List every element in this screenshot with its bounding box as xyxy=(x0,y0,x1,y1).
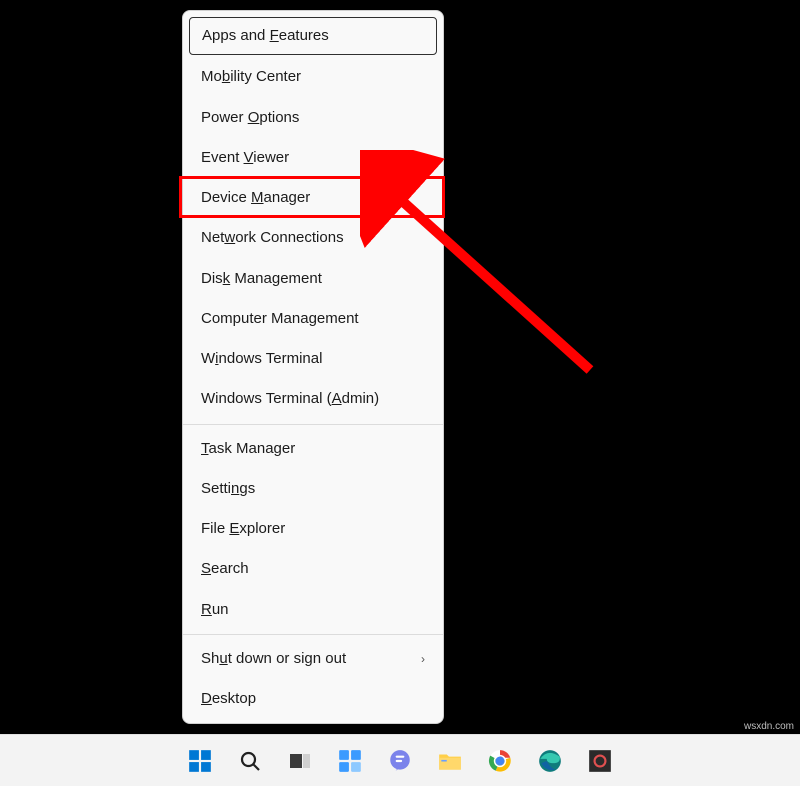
windows-icon xyxy=(187,748,213,774)
chat-button[interactable] xyxy=(379,740,421,782)
menu-shut-down[interactable]: Shut down or sign out › xyxy=(183,639,443,679)
menu-item-label: Desktop xyxy=(201,689,256,709)
menu-item-label: Settings xyxy=(201,479,255,499)
start-button[interactable] xyxy=(179,740,221,782)
menu-item-label: Search xyxy=(201,559,249,579)
menu-separator xyxy=(183,424,443,425)
menu-power-options[interactable]: Power Options xyxy=(183,98,443,138)
chrome-button[interactable] xyxy=(479,740,521,782)
menu-apps-and-features[interactable]: Apps and Features xyxy=(189,17,437,55)
chevron-right-icon: › xyxy=(421,651,425,667)
taskbar xyxy=(0,734,800,786)
watermark: wsxdn.com xyxy=(744,721,794,732)
menu-settings[interactable]: Settings xyxy=(183,469,443,509)
menu-item-label: Event Viewer xyxy=(201,148,289,168)
menu-desktop[interactable]: Desktop xyxy=(183,679,443,719)
menu-separator xyxy=(183,634,443,635)
menu-windows-terminal-admin[interactable]: Windows Terminal (Admin) xyxy=(183,379,443,419)
menu-item-label: Mobility Center xyxy=(201,67,301,87)
chrome-icon xyxy=(487,748,513,774)
widgets-button[interactable] xyxy=(329,740,371,782)
menu-windows-terminal[interactable]: Windows Terminal xyxy=(183,339,443,379)
task-view-button[interactable] xyxy=(279,740,321,782)
search-icon xyxy=(238,749,262,773)
menu-item-label: Computer Management xyxy=(201,309,359,329)
menu-event-viewer[interactable]: Event Viewer xyxy=(183,138,443,178)
winx-context-menu[interactable]: Apps and Features Mobility Center Power Op… xyxy=(182,10,444,724)
menu-item-label: Task Manager xyxy=(201,439,295,459)
menu-item-label: Run xyxy=(201,600,229,620)
widgets-icon xyxy=(337,748,363,774)
chat-icon xyxy=(387,748,413,774)
search-button[interactable] xyxy=(229,740,271,782)
menu-mobility-center[interactable]: Mobility Center xyxy=(183,57,443,97)
edge-icon xyxy=(537,748,563,774)
menu-item-label: File Explorer xyxy=(201,519,285,539)
menu-network-connections[interactable]: Network Connections xyxy=(183,218,443,258)
menu-file-explorer[interactable]: File Explorer xyxy=(183,509,443,549)
task-view-icon xyxy=(288,749,312,773)
menu-item-label: Power Options xyxy=(201,108,299,128)
menu-item-label: Disk Management xyxy=(201,269,322,289)
menu-disk-management[interactable]: Disk Management xyxy=(183,259,443,299)
app-button[interactable] xyxy=(579,740,621,782)
menu-run[interactable]: Run xyxy=(183,590,443,630)
menu-item-label: Device Manager xyxy=(201,188,310,208)
menu-device-manager[interactable]: Device Manager xyxy=(183,178,443,218)
menu-item-label: Shut down or sign out xyxy=(201,649,346,669)
menu-search[interactable]: Search xyxy=(183,549,443,589)
menu-item-label: Windows Terminal (Admin) xyxy=(201,389,379,409)
menu-task-manager[interactable]: Task Manager xyxy=(183,429,443,469)
menu-computer-management[interactable]: Computer Management xyxy=(183,299,443,339)
file-explorer-button[interactable] xyxy=(429,740,471,782)
generic-app-icon xyxy=(587,748,613,774)
folder-icon xyxy=(437,748,463,774)
menu-item-label: Windows Terminal xyxy=(201,349,322,369)
menu-item-label: Apps and Features xyxy=(202,26,329,46)
menu-item-label: Network Connections xyxy=(201,228,344,248)
edge-button[interactable] xyxy=(529,740,571,782)
